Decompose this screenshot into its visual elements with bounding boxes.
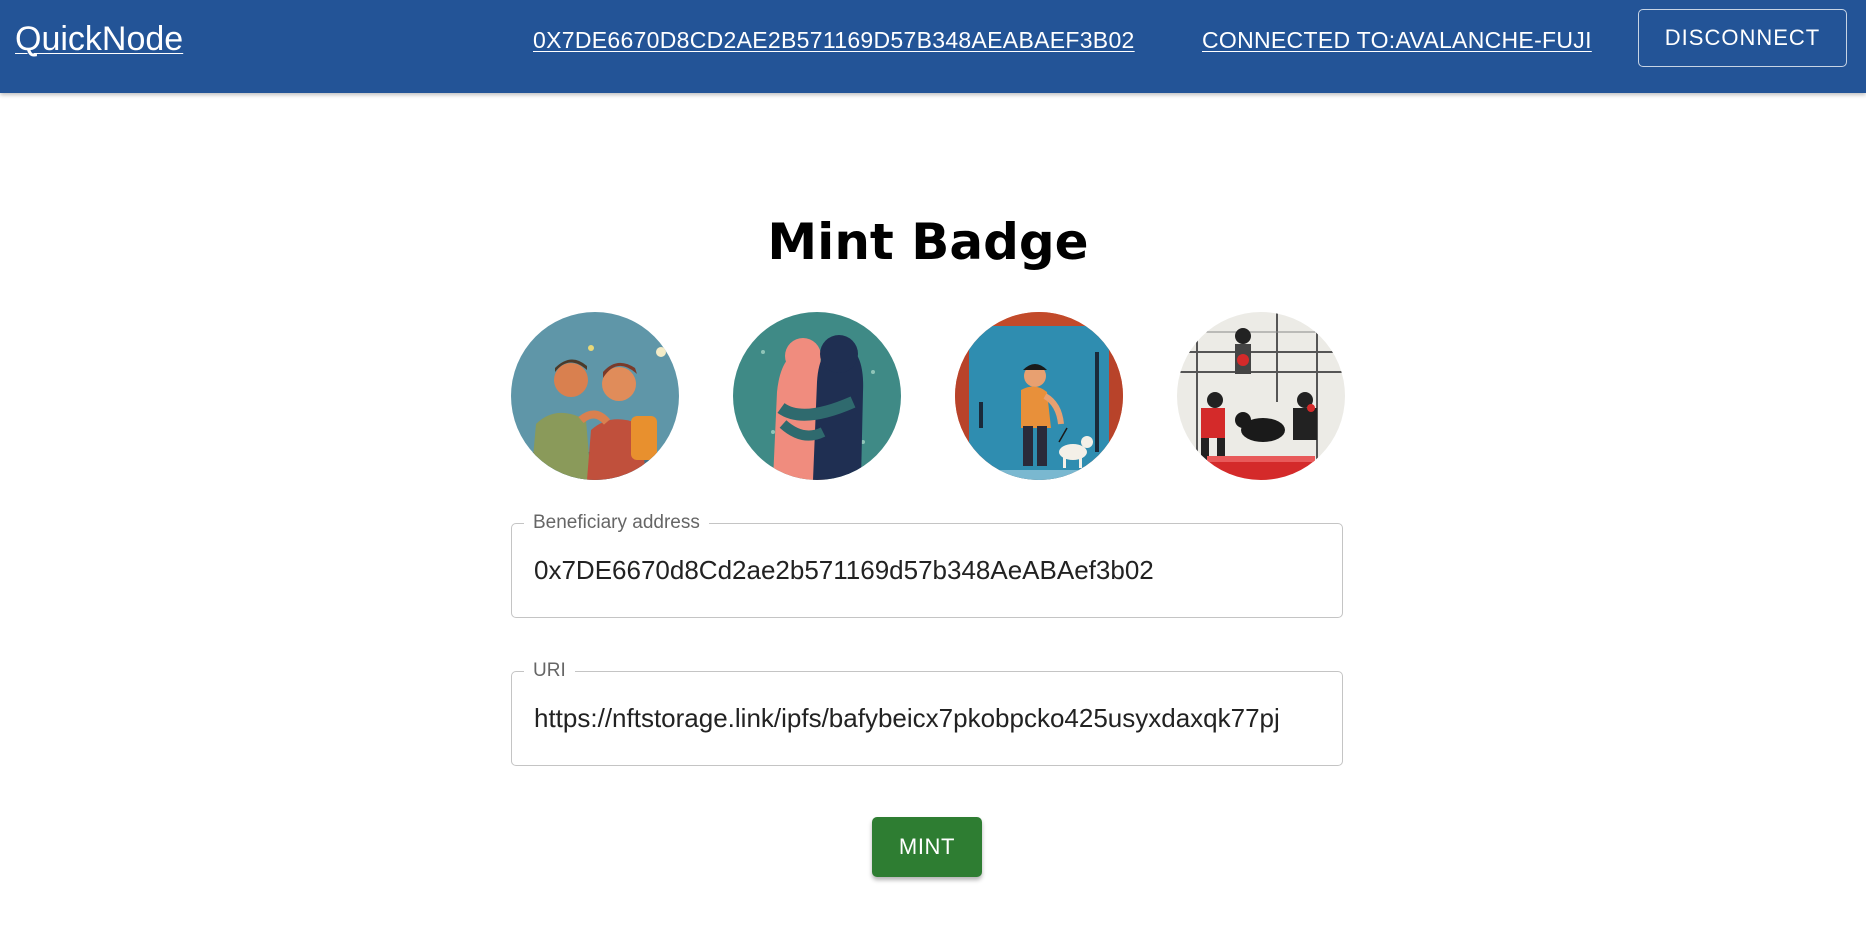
badge-rescue-illustration [1177,312,1345,480]
badge-friends-image[interactable] [511,312,679,480]
beneficiary-address-label: Beneficiary address [524,512,709,534]
uri-input[interactable] [534,700,1334,736]
page-title: Mint Badge [767,213,1089,271]
brand-link[interactable]: QuickNode [15,19,183,59]
badge-dog-walk-image[interactable] [955,312,1123,480]
beneficiary-address-input[interactable] [534,552,1334,588]
beneficiary-address-field: Beneficiary address [511,512,1343,618]
account-address-link[interactable]: 0X7DE6670D8CD2AE2B571169D57B348AEABAEF3B… [533,27,1135,53]
network-status-link[interactable]: CONNECTED TO:AVALANCHE-FUJI [1202,27,1592,53]
badge-friends-illustration [511,312,679,480]
badge-rescue-image[interactable] [1177,312,1345,480]
disconnect-button[interactable]: DISCONNECT [1638,9,1847,67]
app-bar: QuickNode 0X7DE6670D8CD2AE2B571169D57B34… [0,0,1866,93]
uri-field: URI [511,660,1343,766]
badge-hug-illustration [733,312,901,480]
badge-hug-image[interactable] [733,312,901,480]
mint-button[interactable]: MINT [872,817,982,877]
uri-label: URI [524,660,575,682]
badge-dog-walk-illustration [955,312,1123,480]
